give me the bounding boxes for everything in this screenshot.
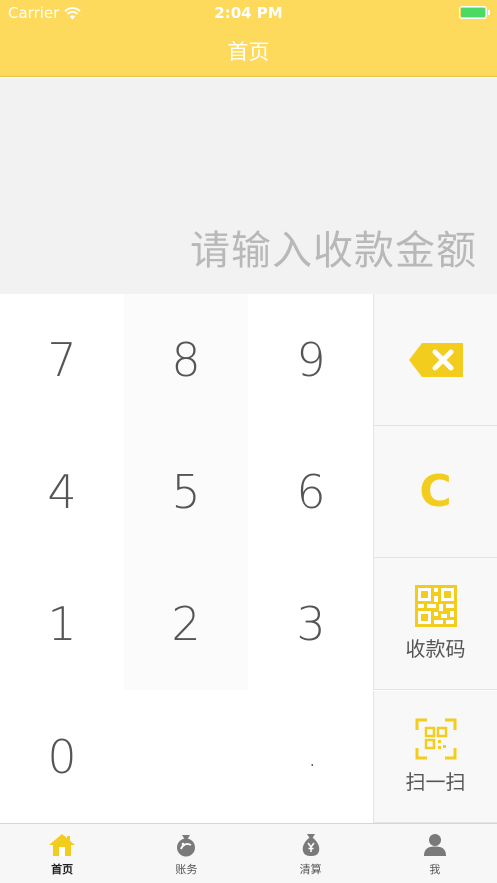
key-2-label: 2 [171,597,201,651]
page-title: 首页 [227,40,270,64]
status-bar: Carrier 2:04 PM [0,0,497,27]
qr-code-icon [414,585,457,627]
tab-accounts[interactable]: 账务 [124,824,248,883]
tab-home-label: 首页 [51,863,74,876]
user-icon [423,834,446,856]
tab-me[interactable]: 我 [373,824,497,883]
clear-label: C [419,466,452,517]
key-0[interactable]: 0 [0,691,124,823]
key-7-label: 7 [47,333,77,387]
key-3[interactable]: 3 [249,558,373,690]
tab-settlement-label: 清算 [299,863,322,876]
key-7[interactable]: 7 [0,294,124,426]
clear-button[interactable]: C [373,426,497,558]
key-1-label: 1 [47,597,77,651]
tab-accounts-label: 账务 [175,863,198,876]
key-5[interactable]: 5 [124,426,248,558]
amount-placeholder: 请输入收款金额 [190,228,477,274]
key-1[interactable]: 1 [0,558,124,690]
tab-bar: 首页 账务 清算 我 [0,823,497,883]
status-time: 2:04 PM [214,4,283,22]
key-6-label: 6 [296,465,326,519]
qr-code-label: 收款码 [405,637,466,661]
key-9-label: 9 [296,333,326,387]
amount-display[interactable]: 请输入收款金额 [0,78,497,294]
scan-label: 扫一扫 [405,770,466,794]
backspace-icon [408,342,463,377]
key-decimal[interactable]: . [124,691,373,823]
tab-me-label: 我 [429,863,441,876]
key-8-label: 8 [171,333,201,387]
yuan-bag-icon [302,834,319,856]
home-icon [49,834,76,856]
key-8[interactable]: 8 [124,294,248,426]
key-4[interactable]: 4 [0,426,124,558]
key-3-label: 3 [296,597,326,651]
key-decimal-label: . [307,739,317,774]
tab-settlement[interactable]: 清算 [249,824,373,883]
key-9[interactable]: 9 [249,294,373,426]
scan-icon [415,718,456,760]
app-header: Carrier 2:04 PM 首页 [0,0,497,77]
key-0-label: 0 [47,730,77,784]
tab-home[interactable]: 首页 [0,824,124,883]
key-5-label: 5 [171,465,201,519]
key-4-label: 4 [47,465,77,519]
key-2[interactable]: 2 [124,558,248,690]
money-bag-icon [177,835,196,857]
scan-button[interactable]: 扫一扫 [373,691,497,823]
qr-code-button[interactable]: 收款码 [373,558,497,690]
battery-icon [459,6,490,19]
numeric-keypad: 7 8 9 4 5 6 1 2 3 0 . C 收款码 扫一扫 [0,294,497,823]
backspace-button[interactable] [373,294,497,426]
key-6[interactable]: 6 [249,426,373,558]
